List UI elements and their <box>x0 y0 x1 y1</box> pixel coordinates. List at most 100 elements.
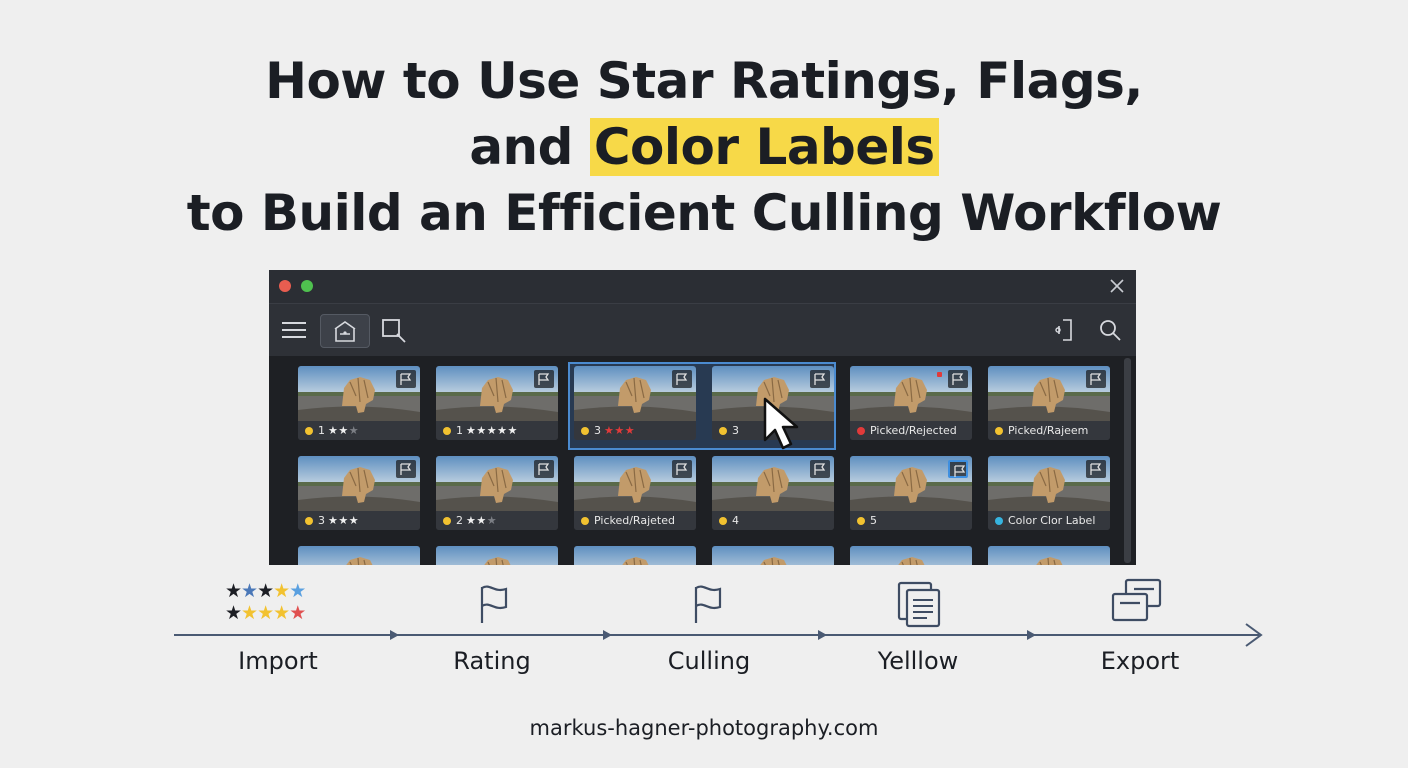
color-label-dot <box>581 427 589 435</box>
color-label-dot <box>857 427 865 435</box>
thumbnail-caption: 3 ★★★ <box>298 511 420 530</box>
rating-number: 3 <box>594 424 601 437</box>
document-stack-icon <box>896 580 946 634</box>
flag-icon[interactable] <box>672 370 692 388</box>
flag-icon <box>476 583 516 631</box>
star-rating: ★★★ <box>604 424 636 437</box>
thumbnail-caption: 5 <box>850 511 972 530</box>
close-icon[interactable] <box>1106 275 1128 297</box>
thumbnail-status-text: Picked/Rejected <box>870 424 957 437</box>
photo-thumbnail[interactable] <box>298 546 420 565</box>
photo-thumbnail[interactable]: 3 ★★★ <box>574 366 696 440</box>
photo-thumbnail[interactable]: 2 ★★★ <box>436 456 558 530</box>
photo-thumbnail[interactable]: 1 ★★★★★ <box>436 366 558 440</box>
star-rating: ★★★ <box>328 424 360 437</box>
thumbnail-caption: 2 ★★★ <box>436 511 558 530</box>
menu-icon[interactable] <box>279 314 309 346</box>
thumbnail-caption: Picked/Rajeted <box>574 511 696 530</box>
thumbnail-caption: Color Clor Label <box>988 511 1110 530</box>
photo-thumbnail[interactable]: Color Clor Label <box>988 456 1110 530</box>
thumbnail-grid: 1 ★★★ 1 ★★★★★ 3 ★★★ 3 Picked/Rejected Picked/Raj… <box>269 356 1136 565</box>
photo-thumbnail[interactable]: 4 <box>712 456 834 530</box>
toolbar <box>269 303 1136 357</box>
flag-icon[interactable] <box>534 370 554 388</box>
color-label-dot <box>995 517 1003 525</box>
step-label-export: Export <box>1100 647 1180 675</box>
rating-number: 4 <box>732 514 739 527</box>
window-close-dot[interactable] <box>279 280 291 292</box>
color-label-dot <box>305 427 313 435</box>
photo-image <box>988 546 1110 565</box>
step-label-culling: Culling <box>667 647 751 675</box>
photo-thumbnail[interactable] <box>988 546 1110 565</box>
thumbnail-caption: Picked/Rajeem <box>988 421 1110 440</box>
flag-icon[interactable] <box>396 370 416 388</box>
photo-thumbnail[interactable]: 1 ★★★ <box>298 366 420 440</box>
scrollbar[interactable] <box>1124 358 1131 563</box>
search-icon[interactable] <box>1096 314 1126 346</box>
headline-highlight: Color Labels <box>589 118 939 176</box>
photo-thumbnail[interactable] <box>574 546 696 565</box>
thumbnail-status-text: Picked/Rajeted <box>594 514 675 527</box>
export-windows-icon <box>1110 577 1164 631</box>
crop-icon[interactable] <box>379 314 409 346</box>
photo-image <box>850 546 972 565</box>
rating-number: 2 <box>456 514 463 527</box>
app-window: 1 ★★★ 1 ★★★★★ 3 ★★★ 3 Picked/Rejected Picked/Raj… <box>269 270 1136 565</box>
thumbnail-caption: 3 ★★★ <box>574 421 696 440</box>
photo-image <box>298 546 420 565</box>
flag-icon[interactable] <box>396 460 416 478</box>
headline: How to Use Star Ratings, Flags, and Colo… <box>0 48 1408 246</box>
flag-icon[interactable] <box>948 460 968 478</box>
step-label-import: Import <box>238 647 318 675</box>
color-label-dot <box>581 517 589 525</box>
headline-line-2-prefix: and <box>469 118 590 176</box>
flag-icon[interactable] <box>672 460 692 478</box>
rating-number: 3 <box>732 424 739 437</box>
rating-number: 1 <box>318 424 325 437</box>
color-label-dot <box>719 517 727 525</box>
headline-line-1: How to Use Star Ratings, Flags, <box>265 52 1143 110</box>
headline-line-3: to Build an Efficient Culling Workflow <box>186 184 1222 242</box>
photo-image <box>436 546 558 565</box>
title-bar <box>269 270 1136 303</box>
flag-icon <box>690 583 730 631</box>
flag-icon[interactable] <box>1086 460 1106 478</box>
flag-icon[interactable] <box>534 460 554 478</box>
flag-icon[interactable] <box>1086 370 1106 388</box>
reject-marker-icon <box>937 372 942 377</box>
photo-thumbnail[interactable]: Picked/Rajeem <box>988 366 1110 440</box>
photo-thumbnail[interactable]: 5 <box>850 456 972 530</box>
rating-number: 5 <box>870 514 877 527</box>
flag-icon[interactable] <box>810 370 830 388</box>
panel-toggle-icon[interactable] <box>1049 314 1079 346</box>
thumbnail-caption: 1 ★★★★★ <box>436 421 558 440</box>
color-label-dot <box>857 517 865 525</box>
library-icon[interactable] <box>320 314 370 348</box>
thumbnail-caption: Picked/Rejected <box>850 421 972 440</box>
window-zoom-dot[interactable] <box>301 280 313 292</box>
photo-thumbnail[interactable]: Picked/Rajeted <box>574 456 696 530</box>
photo-thumbnail[interactable]: 3 ★★★ <box>298 456 420 530</box>
rating-number: 3 <box>318 514 325 527</box>
flag-icon[interactable] <box>948 370 968 388</box>
thumbnail-caption: 4 <box>712 511 834 530</box>
thumbnail-status-text: Color Clor Label <box>1008 514 1096 527</box>
color-label-dot <box>443 427 451 435</box>
photo-thumbnail[interactable]: Picked/Rejected <box>850 366 972 440</box>
photo-thumbnail[interactable] <box>712 546 834 565</box>
color-label-dot <box>719 427 727 435</box>
footer-url: markus-hagner-photography.com <box>529 716 879 740</box>
headline-line-2: and Color Labels <box>0 114 1408 180</box>
star-rating: ★★★ <box>466 514 498 527</box>
photo-thumbnail[interactable] <box>850 546 972 565</box>
thumbnail-caption: 1 ★★★ <box>298 421 420 440</box>
step-label-rating: Rating <box>453 647 531 675</box>
photo-thumbnail[interactable] <box>436 546 558 565</box>
photo-image <box>712 546 834 565</box>
flag-icon[interactable] <box>810 460 830 478</box>
star-rating: ★★★★★ <box>466 424 518 437</box>
step-label-yellow: Yelllow <box>877 647 959 675</box>
star-rating: ★★★ <box>328 514 360 527</box>
photo-image <box>574 546 696 565</box>
